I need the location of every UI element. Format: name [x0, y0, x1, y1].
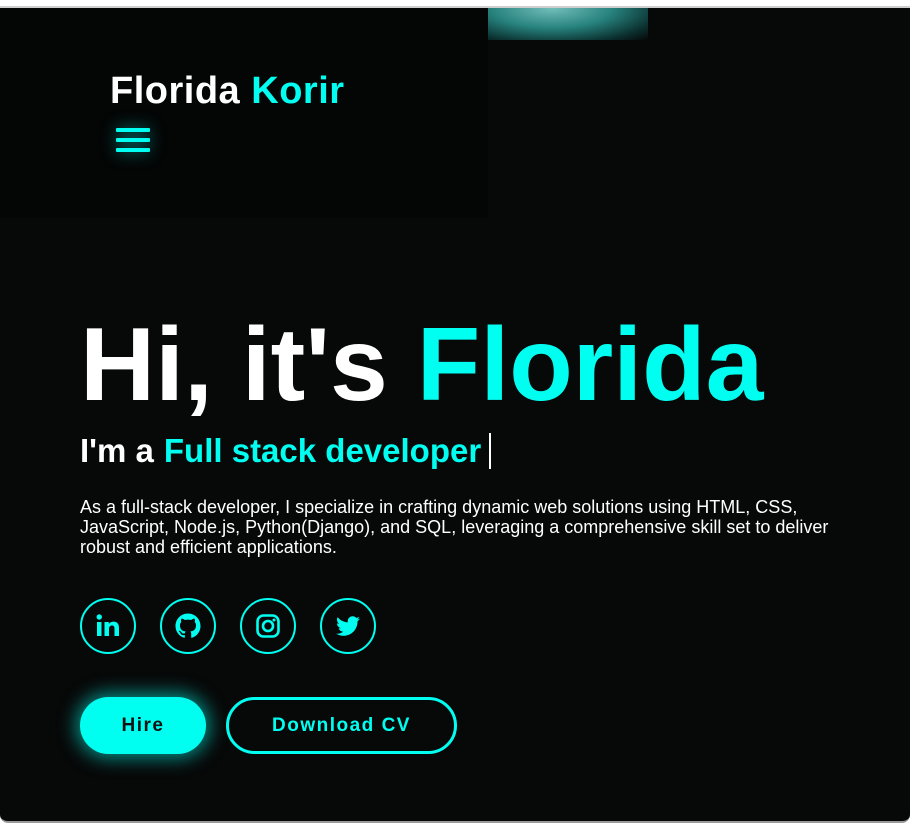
hero-greeting: Hi, it's: [80, 307, 388, 423]
hire-button[interactable]: Hire: [80, 697, 206, 754]
hero-subheading: I'm a Full stack developer: [80, 432, 492, 470]
hero-name: Florida: [416, 307, 764, 423]
page-frame: Florida Korir Hi, it's Florida I'm a Ful…: [0, 6, 910, 823]
instagram-link[interactable]: [240, 598, 296, 654]
site-header: Florida Korir: [0, 8, 488, 218]
typing-cursor: [489, 433, 492, 469]
logo-first-name: Florida: [110, 70, 241, 112]
social-links: [80, 598, 376, 654]
download-cv-button[interactable]: Download CV: [226, 697, 457, 754]
github-link[interactable]: [160, 598, 216, 654]
github-icon: [175, 613, 201, 638]
header-background-photo: [488, 8, 648, 40]
twitter-icon: [336, 616, 360, 636]
linkedin-icon: [96, 614, 119, 636]
linkedin-link[interactable]: [80, 598, 136, 654]
site-logo[interactable]: Florida Korir: [110, 70, 345, 113]
role-text: Full stack developer: [163, 432, 482, 469]
hero-description: As a full-stack developer, I specialize …: [80, 497, 829, 557]
twitter-link[interactable]: [320, 598, 376, 654]
instagram-icon: [256, 614, 280, 638]
role-prefix: I'm a: [80, 432, 154, 469]
logo-last-name: Korir: [251, 70, 345, 112]
hamburger-menu-icon[interactable]: [116, 128, 150, 158]
hero-heading: Hi, it's Florida: [80, 308, 763, 422]
